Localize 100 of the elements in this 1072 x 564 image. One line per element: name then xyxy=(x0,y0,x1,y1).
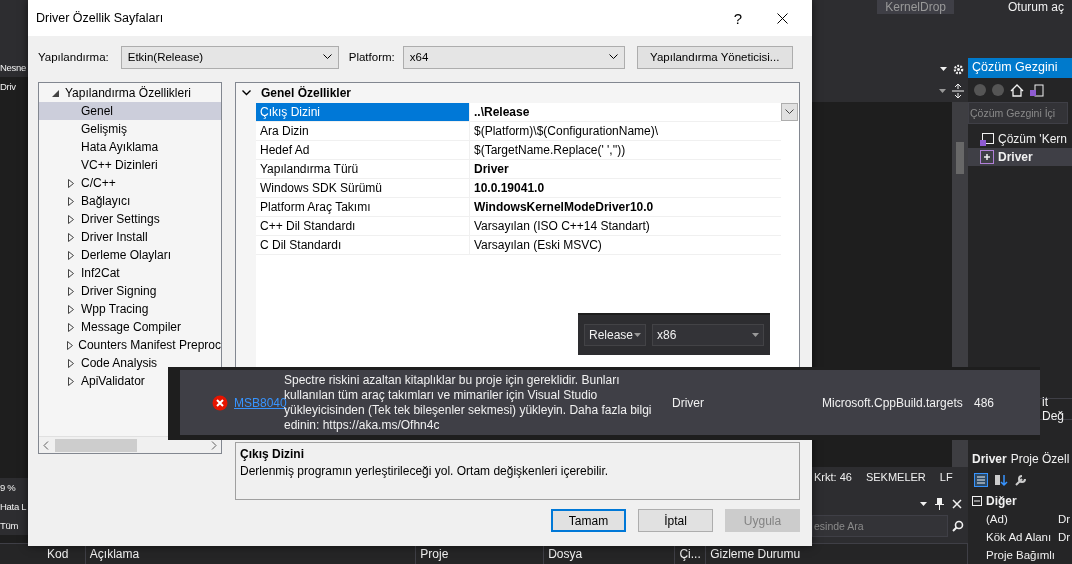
property-value[interactable]: $(TargetName.Replace(' ','')) xyxy=(470,141,781,160)
solution-icon xyxy=(980,132,994,146)
property-name: Proje Bağımlı xyxy=(985,549,1057,561)
property-name[interactable]: Platform Araç Takımı xyxy=(256,198,470,217)
tab-label[interactable]: Driv xyxy=(0,77,28,96)
tree-item[interactable]: Inf2Cat xyxy=(39,264,221,282)
panel-tab[interactable]: it Değ xyxy=(1042,395,1072,423)
configuration-manager-button[interactable]: Yapılandırma Yöneticisi... xyxy=(636,45,793,69)
caret-icon xyxy=(920,502,927,506)
project-icon xyxy=(980,150,994,164)
property-value[interactable]: 10.0.19041.0 xyxy=(470,179,781,198)
property-value[interactable]: Varsayılan (ISO C++14 Standart) xyxy=(470,217,781,236)
field-label: Yapılandırma: xyxy=(38,51,109,63)
error-file: Microsoft.CppBuild.targets xyxy=(822,395,964,410)
configuration-dropdown[interactable]: Etkin(Release) xyxy=(120,45,339,69)
document-tab[interactable]: KernelDrop xyxy=(877,0,954,14)
help-button[interactable]: ? xyxy=(716,0,760,36)
property-name: (Ad) xyxy=(985,513,1009,525)
tab-label[interactable]: Nesne xyxy=(0,58,28,77)
tree-item[interactable]: Driver Signing xyxy=(39,282,221,300)
property-value[interactable]: Driver xyxy=(470,160,781,179)
tree-item[interactable]: Genel xyxy=(39,102,221,120)
split-icon[interactable] xyxy=(952,84,964,98)
tree-item[interactable]: ApiValidator xyxy=(39,372,221,390)
tree-item[interactable]: Bağlayıcı xyxy=(39,192,221,210)
field-label: Platform: xyxy=(348,51,395,63)
search-field[interactable]: esinde Ara xyxy=(812,515,948,537)
dropdown-button[interactable] xyxy=(781,103,798,121)
configuration-dropdown[interactable]: Release xyxy=(584,324,646,346)
collapse-icon[interactable] xyxy=(972,496,982,506)
tree-item[interactable]: Çözüm 'Kern xyxy=(968,130,1072,148)
error-project: Driver xyxy=(672,395,705,410)
property-name[interactable]: Çıkış Dizini xyxy=(256,103,470,122)
status-text: Krkt: 46 xyxy=(814,471,852,483)
caret-icon xyxy=(939,89,946,93)
dialog-button[interactable]: İptal xyxy=(638,509,713,532)
tree-item[interactable]: Code Analysis xyxy=(39,354,221,372)
panel-label: 9 % xyxy=(0,478,28,497)
property-value: Dr xyxy=(1058,531,1072,543)
caret-icon xyxy=(785,109,794,115)
search-icon[interactable] xyxy=(952,520,964,532)
pin-icon[interactable] xyxy=(935,498,944,510)
panel-label: Tüm xyxy=(0,516,28,535)
property-value: Dr xyxy=(1058,513,1072,525)
description-text: Derlenmiş programın yerleştirileceği yol. Ortam değişkenleri içerebilir. xyxy=(240,464,610,478)
caret-icon xyxy=(634,333,641,337)
tree-item[interactable]: Counters Manifest Preproc xyxy=(39,336,221,354)
property-value[interactable]: WindowsKernelModeDriver10.0 xyxy=(470,198,781,217)
close-icon xyxy=(776,12,788,24)
collapse-chevron-icon xyxy=(242,90,251,96)
sign-in-link[interactable]: Oturum aç xyxy=(1008,0,1064,14)
close-icon[interactable] xyxy=(952,499,962,509)
search-field[interactable]: Çözüm Gezgini İçi xyxy=(968,102,1068,124)
caret-icon xyxy=(752,333,759,337)
panel-title: Çözüm Gezgini xyxy=(968,58,1072,78)
description-title: Çıkış Dizini xyxy=(240,447,305,461)
scrollbar-thumb[interactable] xyxy=(956,142,964,174)
tree-item[interactable]: Gelişmiş xyxy=(39,120,221,138)
tree-item[interactable]: Wpp Tracing xyxy=(39,300,221,318)
dialog-button[interactable]: Tamam xyxy=(551,509,626,532)
tree-item[interactable]: Driver Settings xyxy=(39,210,221,228)
wrench-icon[interactable] xyxy=(1014,473,1028,487)
status-text: SEKMELER xyxy=(865,471,926,483)
error-line: 486 xyxy=(974,395,996,410)
platform-dropdown[interactable]: x86 xyxy=(652,324,764,346)
property-name[interactable]: Yapılandırma Türü xyxy=(256,160,470,179)
caret-icon xyxy=(940,67,947,71)
caret-icon xyxy=(322,54,332,60)
expanded-triangle-icon[interactable] xyxy=(51,89,59,97)
tree-item[interactable]: Hata Ayıklama xyxy=(39,138,221,156)
tree-item[interactable]: Derleme Olayları xyxy=(39,246,221,264)
properties-subtitle: Proje Özell xyxy=(1010,452,1070,466)
solution-icon[interactable] xyxy=(1030,83,1044,97)
property-name[interactable]: Windows SDK Sürümü xyxy=(256,179,470,198)
settings-icon[interactable] xyxy=(953,63,964,75)
tree-item[interactable]: Message Compiler xyxy=(39,318,221,336)
category-label: Diğer xyxy=(986,494,1017,508)
panel-label: Hata L xyxy=(0,497,28,516)
property-name[interactable]: C Dil Standardı xyxy=(256,236,470,255)
sort-icon[interactable] xyxy=(994,473,1008,487)
property-value[interactable]: $(Platform)\$(ConfigurationName)\ xyxy=(470,122,781,141)
property-value[interactable]: ..\Release xyxy=(470,103,781,122)
tree-item[interactable]: C/C++ xyxy=(39,174,221,192)
properties-title: Driver xyxy=(972,452,1007,466)
tree-item[interactable]: Yapılandırma Özellikleri xyxy=(39,84,221,102)
tree-item[interactable]: VC++ Dizinleri xyxy=(39,156,221,174)
property-name: Kök Ad Alanı xyxy=(985,531,1053,543)
caret-icon xyxy=(608,54,618,60)
property-name[interactable]: C++ Dil Standardı xyxy=(256,217,470,236)
status-text: LF xyxy=(939,471,953,483)
categorized-icon[interactable] xyxy=(974,473,988,487)
tree-item[interactable]: Driver Install xyxy=(39,228,221,246)
scrollbar-thumb[interactable] xyxy=(55,438,137,452)
platform-dropdown[interactable]: x64 xyxy=(402,45,625,69)
property-name[interactable]: Ara Dizin xyxy=(256,122,470,141)
home-icon[interactable] xyxy=(1010,83,1024,97)
window-title: Driver Özellik Sayfaları xyxy=(36,11,165,25)
property-value[interactable]: Varsayılan (Eski MSVC) xyxy=(470,236,781,255)
tree-item[interactable]: Driver xyxy=(968,148,1072,166)
property-name[interactable]: Hedef Ad xyxy=(256,141,470,160)
